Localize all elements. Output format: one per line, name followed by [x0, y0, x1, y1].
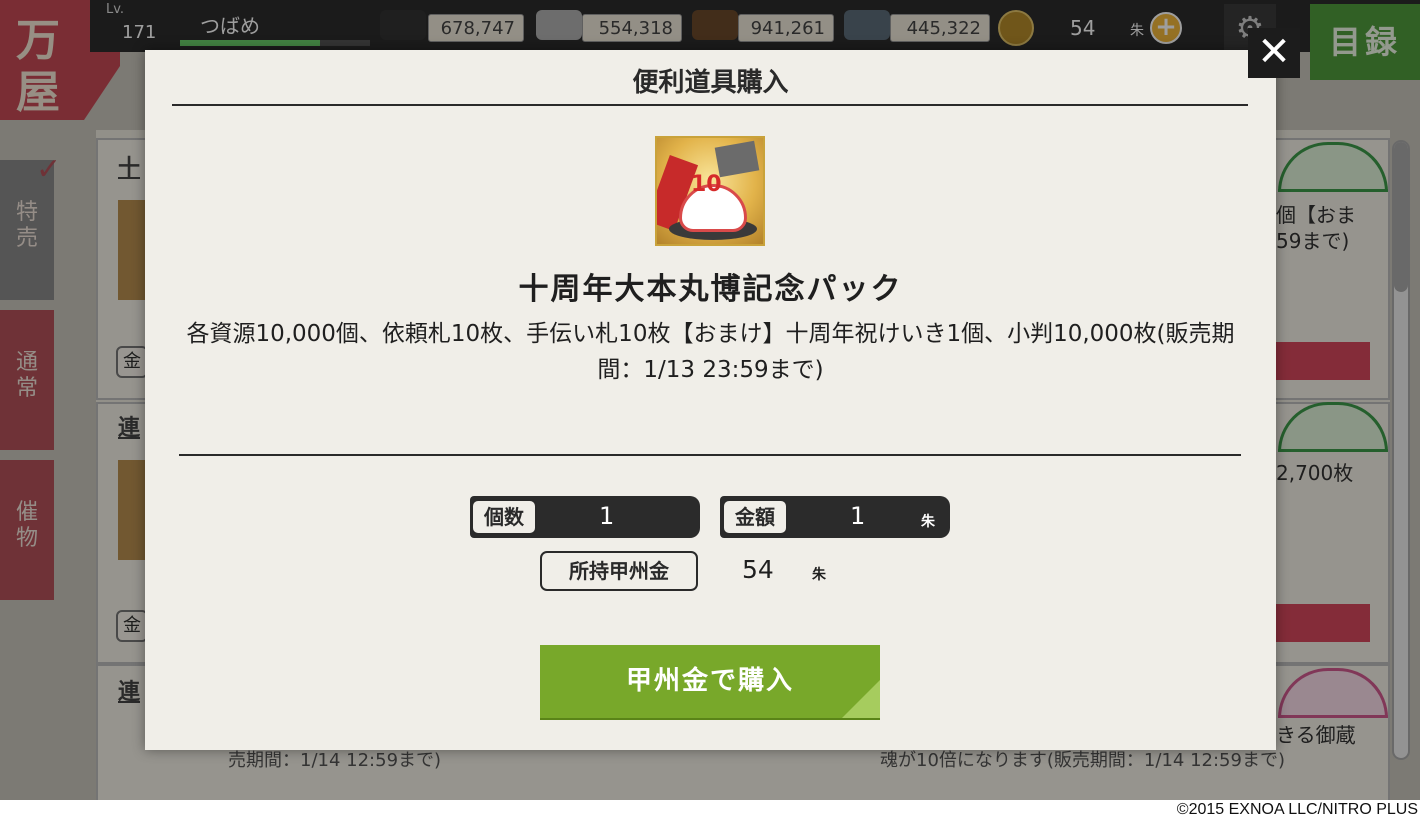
item-icon: 10	[655, 136, 765, 246]
purchase-dialog: 便利道具購入 ✕ 10 十周年大本丸博記念パック 各資源10,000個、依頼札1…	[145, 28, 1300, 750]
price-label: 金額	[722, 499, 788, 535]
divider	[172, 104, 1248, 106]
owned-gold-unit: 朱	[812, 567, 826, 583]
item-description: 各資源10,000個、依頼札10枚、手伝い札10枚【おまけ】十周年祝けいき1個、…	[186, 321, 1235, 383]
anniversary-number: 10	[691, 172, 722, 197]
owned-gold-value: 54	[742, 555, 774, 584]
price-unit: 朱	[921, 514, 935, 530]
quantity-label: 個数	[471, 499, 537, 535]
divider	[179, 454, 1241, 456]
close-button[interactable]: ✕	[1248, 28, 1300, 78]
owned-gold-label: 所持甲州金	[540, 551, 698, 591]
price-value: 1	[850, 502, 866, 530]
copyright-notice: ©2015 EXNOA LLC/NITRO PLUS	[1176, 801, 1418, 818]
dialog-title: 便利道具購入	[632, 68, 789, 98]
buy-with-koshu-gold-button[interactable]: 甲州金で購入	[540, 645, 880, 718]
item-name: 十周年大本丸博記念パック	[518, 272, 903, 307]
quantity-value: 1	[599, 502, 615, 530]
